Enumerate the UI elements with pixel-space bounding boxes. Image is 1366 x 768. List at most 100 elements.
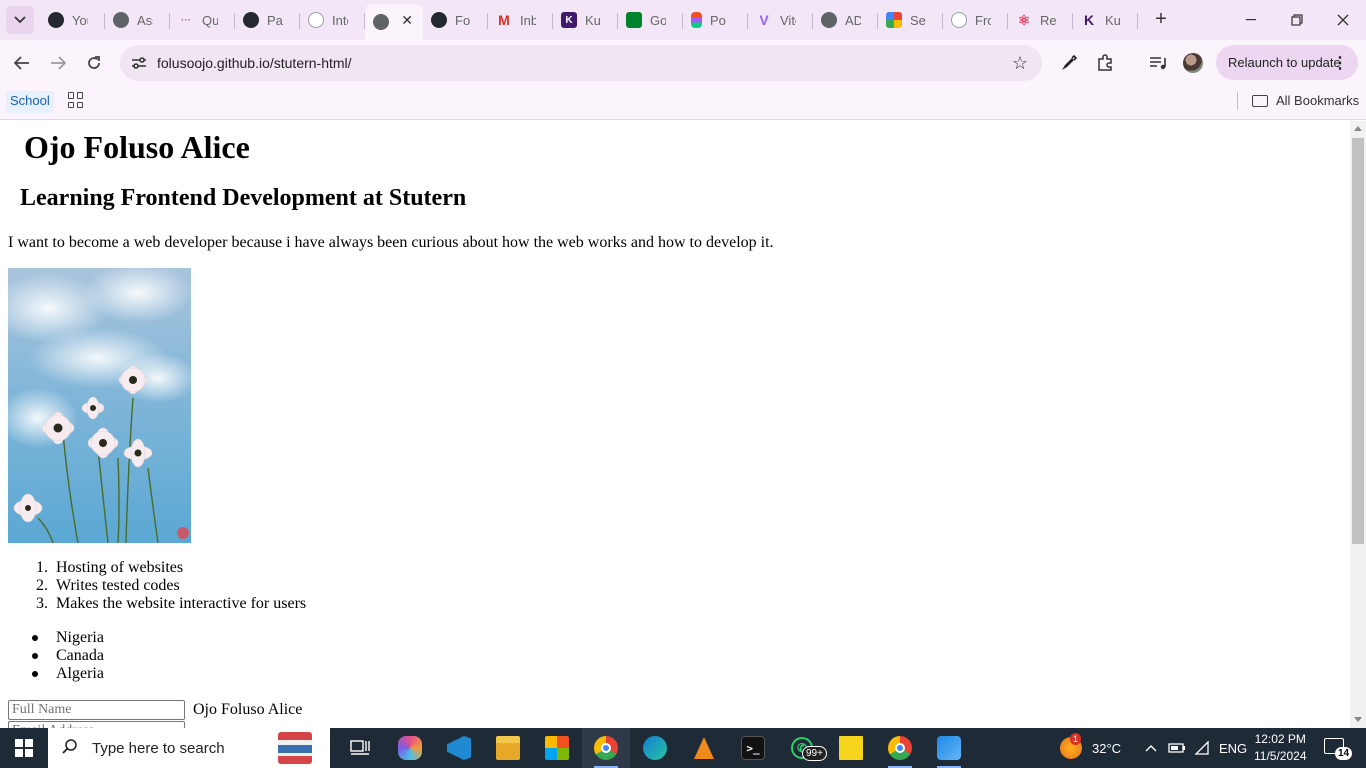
- tab[interactable]: Por: [683, 4, 748, 36]
- bookmark-star-icon[interactable]: ☆: [1012, 53, 1028, 74]
- whatsapp-badge: 99+: [802, 746, 827, 761]
- books-icon: [278, 732, 312, 764]
- pen-extension-icon[interactable]: [1058, 52, 1080, 74]
- terminal-app[interactable]: >_: [729, 728, 777, 768]
- page-viewport: Ojo Foluso Alice Learning Frontend Devel…: [0, 121, 1350, 728]
- start-button[interactable]: [0, 728, 48, 768]
- all-bookmarks-button[interactable]: All Bookmarks: [1252, 93, 1359, 108]
- sticky-notes-app[interactable]: [827, 728, 875, 768]
- google-meet-icon: [626, 12, 642, 28]
- tab[interactable]: Inte: [300, 4, 365, 36]
- tab[interactable]: K Kuc: [553, 4, 618, 36]
- windows-taskbar: Type here to search >_ ✆ 99+ 1 32°C ENG …: [0, 728, 1366, 768]
- loading-icon: [308, 12, 324, 28]
- back-button[interactable]: [7, 48, 37, 78]
- bookmark-school[interactable]: School: [6, 91, 54, 113]
- reload-button[interactable]: [79, 48, 109, 78]
- list-item: 2. Writes tested codes: [30, 577, 306, 595]
- tab-title: You: [72, 12, 88, 28]
- restore-button[interactable]: [1274, 0, 1320, 40]
- clock[interactable]: 12:02 PM 11/5/2024: [1254, 731, 1307, 765]
- bullet-icon: [32, 635, 38, 641]
- store-app[interactable]: [533, 728, 581, 768]
- email-input[interactable]: [8, 721, 185, 728]
- tab[interactable]: ⚛ Rea: [1008, 4, 1073, 36]
- tab-title: Qui: [202, 12, 218, 28]
- edge-app[interactable]: [631, 728, 679, 768]
- profile-avatar[interactable]: [1183, 53, 1203, 73]
- paint-app[interactable]: [925, 728, 973, 768]
- tab-title: Rea: [1040, 12, 1056, 28]
- new-tab-button[interactable]: +: [1150, 8, 1172, 30]
- extensions-icon[interactable]: [1094, 52, 1116, 74]
- tab[interactable]: ADI: [813, 4, 878, 36]
- globe-icon: [821, 12, 837, 28]
- weather-badge: 1: [1070, 733, 1082, 745]
- chrome-profile-app[interactable]: [876, 728, 924, 768]
- vscode-app[interactable]: [435, 728, 483, 768]
- language-indicator[interactable]: ENG: [1219, 728, 1247, 768]
- chevron-up-icon: [1145, 745, 1157, 752]
- tab[interactable]: Ass: [105, 4, 170, 36]
- list-item-text: Canada: [56, 647, 104, 664]
- tab-title: Inb: [520, 12, 536, 28]
- unordered-list: Nigeria Canada Algeria: [30, 629, 104, 683]
- clock-time: 12:02 PM: [1254, 732, 1306, 746]
- tab-title: Kuc: [585, 12, 601, 28]
- page-scrollbar[interactable]: [1350, 121, 1366, 728]
- tab[interactable]: You: [40, 4, 105, 36]
- all-bookmarks-label: All Bookmarks: [1276, 93, 1360, 108]
- tab-active[interactable]: ✕: [365, 4, 423, 40]
- scroll-down-icon[interactable]: [1354, 717, 1362, 722]
- close-tab-icon[interactable]: ✕: [401, 12, 413, 29]
- sticky-notes-icon: [839, 736, 863, 760]
- tab[interactable]: Fro: [943, 4, 1008, 36]
- weather-widget[interactable]: 1 32°C: [1060, 728, 1121, 768]
- site-settings-icon[interactable]: [130, 54, 148, 72]
- sun-icon: 1: [1060, 733, 1082, 759]
- tab[interactable]: K Kuc: [1073, 4, 1138, 36]
- apps-grid-icon[interactable]: [68, 92, 84, 108]
- search-icon: [62, 738, 78, 759]
- copilot-app[interactable]: [386, 728, 434, 768]
- address-bar[interactable]: folusoojo.github.io/stutern-html/ ☆: [120, 45, 1042, 81]
- close-window-button[interactable]: [1320, 0, 1366, 40]
- show-hidden-icons[interactable]: [1145, 728, 1157, 768]
- terminal-icon: >_: [741, 736, 765, 760]
- globe-icon: [373, 14, 389, 30]
- list-item: Algeria: [30, 665, 104, 683]
- github-icon: [431, 12, 447, 28]
- taskbar-search[interactable]: Type here to search: [48, 728, 330, 768]
- tab[interactable]: Fol: [423, 4, 488, 36]
- scrollbar-thumb[interactable]: [1352, 138, 1364, 544]
- search-placeholder: Type here to search: [92, 739, 225, 757]
- tab[interactable]: M Inb: [488, 4, 553, 36]
- network-icon[interactable]: [1194, 728, 1210, 768]
- tab[interactable]: Goo: [618, 4, 683, 36]
- tab[interactable]: Pag: [235, 4, 300, 36]
- fullname-input[interactable]: [8, 700, 185, 720]
- task-view-button[interactable]: [336, 728, 384, 768]
- tab[interactable]: ··· Qui: [170, 4, 235, 36]
- github-icon: [243, 12, 259, 28]
- chrome-app[interactable]: [582, 728, 630, 768]
- intro-paragraph: I want to become a web developer because…: [8, 234, 774, 251]
- vlc-app[interactable]: [680, 728, 728, 768]
- tab[interactable]: Sel: [878, 4, 943, 36]
- tab-search-button[interactable]: [6, 6, 34, 34]
- tab-title: Por: [710, 12, 726, 28]
- close-icon: [1337, 14, 1349, 26]
- media-control-icon[interactable]: [1147, 52, 1169, 74]
- forward-button[interactable]: [43, 48, 73, 78]
- more-options-icon[interactable]: ⋮: [1332, 53, 1348, 73]
- bullet-icon: [32, 671, 38, 677]
- scroll-up-icon[interactable]: [1354, 126, 1362, 131]
- file-explorer-app[interactable]: [484, 728, 532, 768]
- battery-icon[interactable]: [1168, 728, 1186, 768]
- relaunch-button[interactable]: Relaunch to update ⋮: [1216, 45, 1358, 80]
- whatsapp-app[interactable]: ✆ 99+: [778, 728, 827, 768]
- tab[interactable]: V Vite: [748, 4, 813, 36]
- minimize-button[interactable]: [1228, 0, 1274, 40]
- tab-title: Kuc: [1105, 12, 1121, 28]
- url-text[interactable]: folusoojo.github.io/stutern-html/: [157, 55, 352, 71]
